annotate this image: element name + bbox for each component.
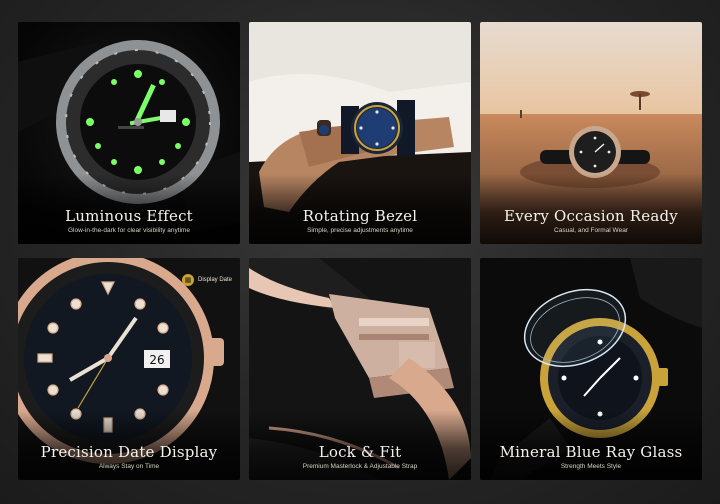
tile-subtitle: Simple, precise adjustments anytime [307, 227, 413, 234]
tile-caption: Every Occasion Ready Casual, and Formal … [480, 207, 702, 235]
tile-title: Rotating Bezel [302, 207, 418, 225]
tile-lock-fit: Lock & Fit Premium Masterlock & Adjustab… [249, 258, 471, 480]
tile-subtitle: Premium Masterlock & Adjustable Strap [302, 463, 418, 470]
tile-subtitle: Always Stay on Time [98, 463, 160, 470]
tile-title: Lock & Fit [318, 443, 402, 461]
tile-title: Mineral Blue Ray Glass [499, 443, 683, 461]
tile-every-occasion: Every Occasion Ready Casual, and Formal … [480, 22, 702, 244]
tile-caption: Rotating Bezel Simple, precise adjustmen… [249, 207, 471, 235]
tile-precision-date: 26 ▦ Display Date Precision Date Display… [18, 258, 240, 480]
callout-label: Display Date [198, 277, 233, 283]
tile-rotating-bezel: Rotating Bezel Simple, precise adjustmen… [249, 22, 471, 244]
tile-title: Every Occasion Ready [504, 207, 678, 225]
display-date-callout: ▦ Display Date [182, 274, 232, 286]
tile-mineral-glass: Mineral Blue Ray Glass Strength Meets St… [480, 258, 702, 480]
tile-caption: Lock & Fit Premium Masterlock & Adjustab… [249, 443, 471, 471]
tile-title: Luminous Effect [65, 207, 193, 225]
tile-luminous-effect: Luminous Effect Glow-in-the-dark for cle… [18, 22, 240, 244]
svg-text:26: 26 [149, 353, 164, 367]
feature-grid: Luminous Effect Glow-in-the-dark for cle… [18, 22, 702, 482]
tile-caption: Luminous Effect Glow-in-the-dark for cle… [18, 207, 240, 235]
tile-caption: Mineral Blue Ray Glass Strength Meets St… [480, 443, 702, 471]
tile-subtitle: Glow-in-the-dark for clear visibility an… [67, 227, 191, 234]
tile-caption: Precision Date Display Always Stay on Ti… [18, 443, 240, 471]
tile-subtitle: Strength Meets Style [560, 463, 622, 470]
tile-subtitle: Casual, and Formal Wear [554, 227, 628, 234]
tile-title: Precision Date Display [40, 443, 218, 461]
calendar-icon: ▦ [182, 274, 194, 286]
